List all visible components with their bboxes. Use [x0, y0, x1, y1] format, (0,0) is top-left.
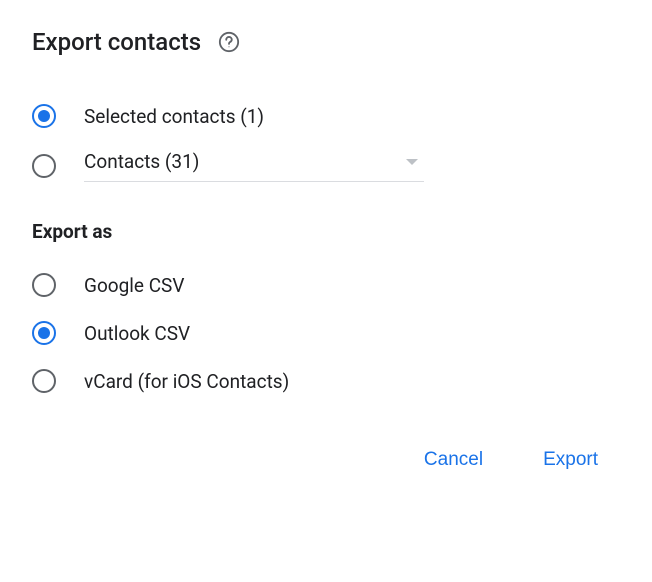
cancel-button[interactable]: Cancel	[420, 441, 487, 479]
radio-option-all-contacts[interactable]: Contacts (31)	[32, 140, 620, 192]
export-button[interactable]: Export	[539, 441, 602, 479]
contacts-dropdown[interactable]: Contacts (31)	[84, 150, 424, 182]
help-icon[interactable]	[217, 30, 241, 54]
dialog-actions: Cancel Export	[32, 441, 620, 479]
chevron-down-icon	[406, 159, 418, 165]
radio-option-outlook-csv[interactable]: Outlook CSV	[32, 309, 620, 357]
dialog-header: Export contacts	[32, 28, 620, 56]
radio-option-google-csv[interactable]: Google CSV	[32, 261, 620, 309]
radio-icon	[32, 321, 56, 345]
dropdown-label: Contacts (31)	[84, 150, 199, 173]
radio-option-vcard[interactable]: vCard (for iOS Contacts)	[32, 357, 620, 405]
source-radio-group: Selected contacts (1) Contacts (31)	[32, 92, 620, 192]
radio-icon	[32, 104, 56, 128]
format-radio-group: Google CSV Outlook CSV vCard (for iOS Co…	[32, 261, 620, 405]
radio-label: Google CSV	[84, 274, 184, 297]
radio-icon	[32, 154, 56, 178]
dialog-title: Export contacts	[32, 28, 201, 56]
export-as-label: Export as	[32, 220, 620, 243]
radio-label: Selected contacts (1)	[84, 105, 264, 128]
radio-icon	[32, 273, 56, 297]
radio-label: vCard (for iOS Contacts)	[84, 370, 289, 393]
radio-option-selected-contacts[interactable]: Selected contacts (1)	[32, 92, 620, 140]
radio-icon	[32, 369, 56, 393]
radio-label: Outlook CSV	[84, 322, 190, 345]
